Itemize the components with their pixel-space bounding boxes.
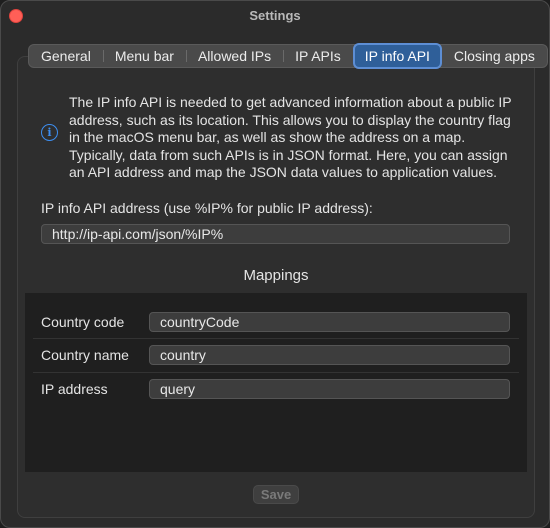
save-button[interactable]: Save	[253, 485, 299, 504]
tab-bar: General Menu bar Allowed IPs IP APIs IP …	[28, 43, 548, 69]
row-divider	[33, 338, 519, 339]
country-code-field[interactable]: countryCode	[149, 312, 510, 332]
api-address-field[interactable]: http://ip-api.com/json/%IP%	[41, 224, 510, 244]
api-address-label: IP info API address (use %IP% for public…	[41, 200, 373, 216]
info-description: The IP info API is needed to get advance…	[69, 94, 512, 180]
country-code-label: Country code	[41, 314, 125, 330]
mapping-row-country-name: Country name country	[25, 345, 527, 365]
tab-general[interactable]: General	[29, 45, 103, 67]
settings-window: Settings General Menu bar Allowed IPs IP…	[0, 0, 550, 528]
mapping-row-country-code: Country code countryCode	[25, 312, 527, 332]
country-name-label: Country name	[41, 347, 129, 363]
tab-allowed-ips[interactable]: Allowed IPs	[185, 45, 283, 67]
mappings-title: Mappings	[243, 267, 309, 284]
tab-ip-info-api[interactable]: IP info API	[352, 43, 442, 69]
tab-ip-apis[interactable]: IP APIs	[283, 45, 353, 67]
mappings-table: Country code countryCode Country name co…	[25, 293, 527, 472]
window-title: Settings	[249, 8, 301, 23]
mapping-row-ip-address: IP address query	[25, 379, 527, 399]
tab-menu-bar[interactable]: Menu bar	[102, 45, 186, 67]
country-name-field[interactable]: country	[149, 345, 510, 365]
row-divider	[33, 372, 519, 373]
ip-address-field[interactable]: query	[149, 379, 510, 399]
ip-address-label: IP address	[41, 381, 108, 397]
title-bar: Settings	[1, 1, 549, 29]
tab-closing-apps[interactable]: Closing apps	[442, 45, 547, 67]
info-icon: i	[41, 124, 58, 141]
